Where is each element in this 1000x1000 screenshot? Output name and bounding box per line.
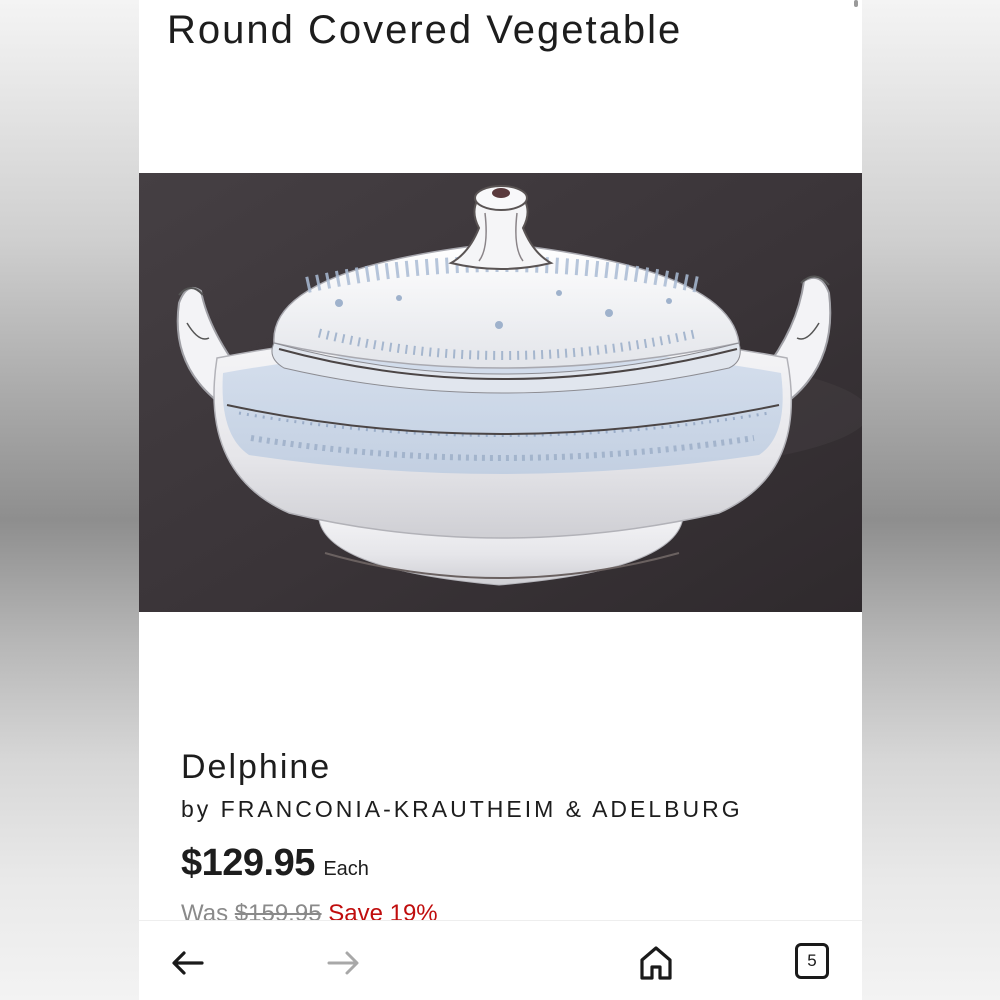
home-button[interactable] — [632, 939, 680, 987]
forward-button[interactable] — [320, 939, 368, 987]
product-image[interactable] — [139, 173, 862, 612]
price-row: $129.95 Each — [181, 842, 369, 885]
browser-page: Round Covered Vegetable Delphine by FRAN… — [139, 0, 862, 1000]
arrow-right-icon — [327, 951, 359, 975]
browser-toolbar: 5 — [139, 920, 862, 1000]
manufacturer-line[interactable]: by FRANCONIA-KRAUTHEIM & ADELBURG — [181, 796, 743, 823]
price-unit: Each — [323, 858, 369, 880]
home-icon — [640, 946, 672, 980]
scroll-indicator[interactable] — [854, 0, 858, 7]
category-title: Round Covered Vegetable — [167, 8, 683, 52]
current-price: $129.95 — [181, 842, 315, 884]
arrow-left-icon — [172, 951, 204, 975]
back-button[interactable] — [163, 939, 211, 987]
pattern-name[interactable]: Delphine — [181, 748, 331, 787]
tabs-count-button[interactable]: 5 — [795, 943, 829, 979]
covered-vegetable-dish-photo — [139, 173, 862, 612]
